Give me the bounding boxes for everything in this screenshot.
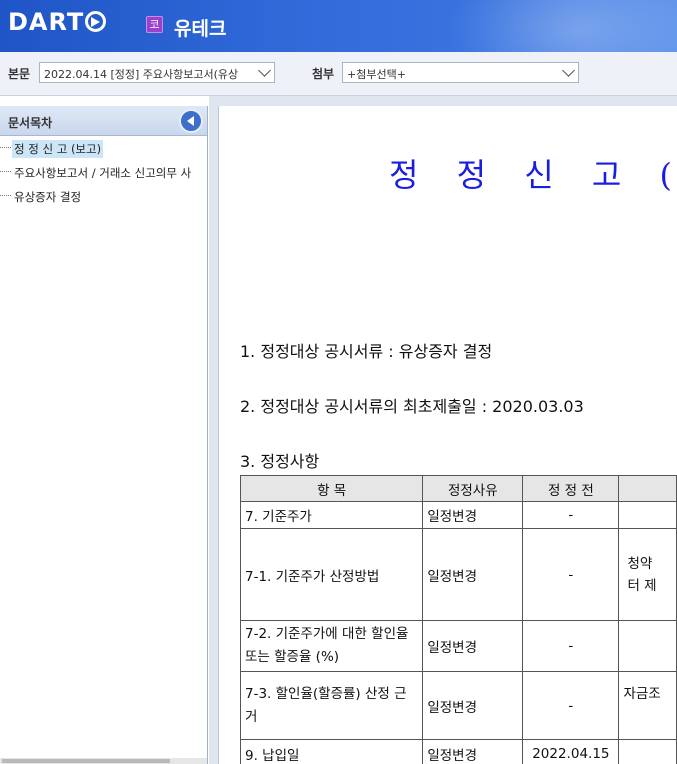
cell-after: [618, 501, 677, 529]
tree-connector: [0, 171, 11, 172]
toc-item-rights-offering[interactable]: 유상증자 결정: [0, 184, 207, 208]
tree-connector: [0, 195, 11, 196]
corp-type-badge: 코: [146, 16, 163, 33]
cell-before: -: [522, 671, 620, 740]
toc-title: 문서목차: [8, 116, 53, 130]
company-name: 유테크: [174, 18, 227, 40]
attach-select[interactable]: +첨부선택+: [342, 62, 579, 83]
toc-header: 문서목차: [0, 106, 207, 136]
app-header: DART 코 유테크: [0, 0, 677, 52]
cell-after: 청약 터 제: [618, 528, 677, 621]
table-row: 7-3. 할인율(할증률) 산정 근거 일정변경 - 자금조: [239, 671, 677, 740]
section-1: 1. 정정대상 공시서류 : 유상증자 결정: [240, 342, 493, 361]
cell-reason: 일정변경: [422, 671, 524, 740]
cell-item: 7-2. 기준주가에 대한 할인율 또는 할증율 (%): [239, 620, 424, 672]
cell-before: -: [522, 528, 620, 621]
logo-arrow-icon: [85, 11, 107, 32]
amendment-table: 항 목 정정사유 정 정 전 7. 기준주가 일정변경 - 7-1. 기준주가 …: [239, 475, 677, 764]
cell-after: [618, 620, 677, 672]
cell-after: 자금조: [618, 671, 677, 740]
header-glow: [447, 0, 677, 52]
cell-item: 9. 납입일: [239, 739, 424, 764]
section-2: 2. 정정대상 공시서류의 최초제출일 : 2020.03.03: [240, 397, 584, 416]
toc-panel: 문서목차 정 정 신 고 (보고) 주요사항보고서 / 거래소 신고의무 사 유…: [0, 106, 208, 764]
cell-before: 2022.04.15: [522, 739, 620, 764]
document-title: 정 정 신 고 (보고): [389, 156, 677, 194]
chevron-down-icon: [258, 64, 271, 77]
col-header-before: 정 정 전: [522, 475, 620, 502]
cell-before: -: [522, 501, 620, 529]
document-viewer: 정 정 신 고 (보고) 1. 정정대상 공시서류 : 유상증자 결정 2. 정…: [218, 106, 677, 764]
chevron-down-icon: [562, 64, 575, 77]
toc-item-label: 유상증자 결정: [14, 190, 82, 204]
body-label: 본문: [8, 67, 31, 81]
table-row: 9. 납입일 일정변경 2022.04.15: [239, 739, 677, 764]
cell-item: 7-1. 기준주가 산정방법: [239, 528, 424, 621]
cell-item: 7. 기준주가: [239, 501, 424, 529]
cell-reason: 일정변경: [422, 620, 524, 672]
horizontal-scrollbar[interactable]: [0, 758, 207, 764]
cell-item: 7-3. 할인율(할증률) 산정 근거: [239, 671, 424, 740]
cell-before: -: [522, 620, 620, 672]
col-header-after: [618, 475, 677, 502]
cell-reason: 일정변경: [422, 739, 524, 764]
table-row: 7-2. 기준주가에 대한 할인율 또는 할증율 (%) 일정변경 -: [239, 620, 677, 672]
tree-connector: [0, 147, 11, 148]
section-3: 3. 정정사항: [240, 452, 320, 471]
table-row: 7-1. 기준주가 산정방법 일정변경 - 청약 터 제: [239, 528, 677, 621]
table-row: 7. 기준주가 일정변경 -: [239, 501, 677, 529]
col-header-item: 항 목: [239, 475, 424, 502]
toc-item-label: 주요사항보고서 / 거래소 신고의무 사: [14, 166, 192, 180]
col-header-reason: 정정사유: [422, 475, 524, 502]
cell-after: [618, 739, 677, 764]
scrollbar-thumb[interactable]: [2, 759, 170, 763]
attach-select-value: +첨부선택+: [347, 68, 406, 81]
toc-item-label: 정 정 신 고 (보고): [12, 140, 104, 158]
cell-reason: 일정변경: [422, 501, 524, 529]
body-select[interactable]: 2022.04.14 [정정] 주요사항보고서(유상: [39, 62, 275, 83]
toc-item-correction[interactable]: 정 정 신 고 (보고): [0, 136, 207, 160]
attach-label: 첨부: [312, 67, 335, 81]
body-select-value: 2022.04.14 [정정] 주요사항보고서(유상: [44, 68, 239, 81]
collapse-toc-button[interactable]: [179, 109, 203, 133]
table-header-row: 항 목 정정사유 정 정 전: [239, 475, 677, 502]
cell-reason: 일정변경: [422, 528, 524, 621]
dart-logo[interactable]: DART: [8, 8, 107, 36]
document-toolbar: 본문 2022.04.14 [정정] 주요사항보고서(유상 첨부 +첨부선택+: [0, 52, 677, 96]
toc-item-report[interactable]: 주요사항보고서 / 거래소 신고의무 사: [0, 160, 207, 184]
